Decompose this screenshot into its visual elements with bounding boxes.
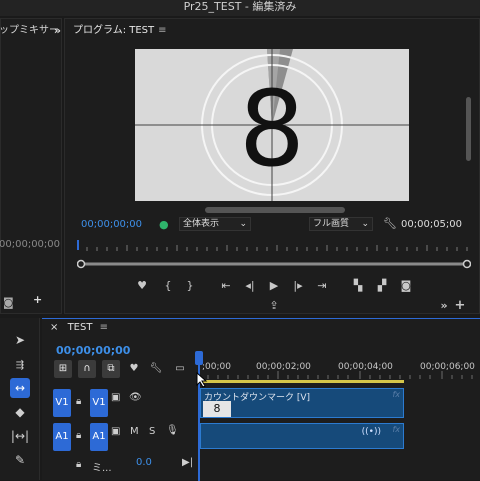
more-panels-icon[interactable]: » [54, 19, 61, 43]
zoom-select[interactable]: 全体表示 ⌄ [179, 217, 251, 231]
program-monitor-panel: プログラム: TEST ≡ 8 00;00;00;00 ● 全体表示 ⌄ フル画質… [64, 18, 480, 314]
program-monitor-header: プログラム: TEST ≡ [73, 19, 167, 43]
countdown-video-clip[interactable]: カウントダウンマーク [V] fx 8 [200, 388, 404, 418]
monitor-time-ruler[interactable] [77, 239, 471, 253]
sync-lock-icon[interactable]: ▣ [111, 392, 120, 403]
out-point-icon[interactable]: } [181, 277, 199, 295]
timeline-ruler-ticks[interactable] [198, 371, 480, 379]
chevron-down-icon: ⌄ [361, 219, 369, 229]
left-panel-timecode: 00;00;00;00 [0, 239, 61, 250]
countdown-leader-svg: 8 [135, 49, 409, 201]
source-patch-a1[interactable]: A1 [53, 423, 71, 451]
left-panel-header: ップミキサー » [0, 19, 63, 43]
program-current-timecode[interactable]: 00;00;00;00 [81, 219, 142, 230]
countdown-digit: 8 [239, 68, 305, 190]
clip-thumbnail: 8 [203, 401, 231, 417]
countdown-audio-clip[interactable]: ((•)) fx [200, 423, 404, 449]
hamburger-icon[interactable]: ≡ [158, 25, 166, 36]
horizontal-scrollbar[interactable] [205, 207, 345, 213]
mouse-cursor-icon [196, 372, 208, 388]
timeline-settings-wrench-icon[interactable]: 🔧︎ [148, 360, 164, 378]
captions-icon[interactable]: ▭ [172, 360, 188, 378]
master-label: ミ... [92, 463, 112, 474]
linked-selection-icon[interactable]: ⧉ [102, 360, 120, 378]
overwrite-icon[interactable]: ▞ [373, 277, 391, 295]
sync-lock-icon[interactable]: ▣ [111, 426, 120, 437]
timeline-timecode[interactable]: 00;00;00;00 [56, 344, 130, 357]
master-track-row: 🔒︎ ミ... 0.0 ▶| [42, 455, 480, 475]
snap-icon[interactable]: ∩ [78, 360, 96, 378]
master-volume-value[interactable]: 0.0 [136, 457, 152, 468]
fit-status-dot-icon: ● [159, 218, 169, 231]
mute-button[interactable]: M [130, 426, 139, 437]
window-title: Pr25_TEST - 編集済み [183, 0, 297, 13]
track-target-a1[interactable]: A1 [90, 423, 108, 451]
selection-tool-icon[interactable]: ➤ [10, 330, 30, 350]
lift-icon[interactable]: ⇪ [265, 297, 283, 315]
vertical-scrollbar[interactable] [466, 97, 471, 161]
close-tab-icon[interactable]: × [50, 322, 58, 333]
go-to-end-icon[interactable]: ▶| [182, 457, 193, 468]
hamburger-icon[interactable]: ≡ [100, 322, 108, 333]
sequence-name: TEST [67, 322, 93, 333]
waveform-icon: ((•)) [361, 427, 381, 437]
track-select-tool-icon[interactable]: ⇶ [10, 356, 30, 376]
lock-icon[interactable]: 🔒︎ [76, 459, 81, 470]
ripple-edit-tool-icon[interactable]: ↔ [10, 378, 30, 398]
fx-badge-icon[interactable]: fx [392, 390, 400, 399]
step-back-icon[interactable]: ◂| [241, 277, 259, 295]
left-panel-title[interactable]: ップミキサー [0, 19, 59, 43]
step-forward-icon[interactable]: |▸ [289, 277, 307, 295]
audio-clip-mixer-panel: ップミキサー » 00;00;00;00 ◙ + [0, 18, 62, 314]
in-point-icon[interactable]: { [159, 277, 177, 295]
playhead-handle[interactable] [195, 351, 203, 365]
program-duration-timecode: 00;00;05;00 [401, 219, 463, 230]
go-to-in-icon[interactable]: ⇤ [217, 277, 235, 295]
program-monitor-title[interactable]: プログラム: TEST [73, 25, 154, 36]
export-frame-icon[interactable]: ◙ [397, 277, 415, 295]
nest-toggle-icon[interactable]: ⊞ [54, 360, 72, 378]
add-icon[interactable]: + [33, 293, 42, 306]
chevron-down-icon: ⌄ [239, 219, 247, 229]
timeline-panel: × TEST ≡ 00;00;00;00 ⊞ ∩ ⧉ ♥ 🔧︎ ▭ ;00;00… [42, 318, 480, 481]
insert-icon[interactable]: ▚ [349, 277, 367, 295]
add-button[interactable]: + [451, 297, 469, 315]
source-patch-v1[interactable]: V1 [53, 389, 71, 417]
solo-button[interactable]: S [149, 426, 155, 437]
wrench-icon[interactable]: 🔧︎ [383, 217, 397, 230]
tools-panel: ➤ ⇶ ↔ ◆ |↔| ✎ [0, 318, 40, 480]
fx-badge-icon[interactable]: fx [392, 425, 400, 434]
marker-icon[interactable]: ♥ [133, 277, 151, 295]
playback-quality-select[interactable]: フル画質 ⌄ [309, 217, 373, 231]
razor-tool-icon[interactable]: ◆ [10, 402, 30, 422]
slip-tool-icon[interactable]: |↔| [10, 426, 30, 446]
play-icon[interactable]: ▶ [265, 277, 283, 295]
camera-icon[interactable]: ◙ [3, 296, 14, 309]
microphone-icon[interactable]: 🎙︎ [166, 425, 179, 436]
quality-select-value: フル画質 [313, 219, 350, 229]
lock-icon[interactable]: 🔒︎ [76, 396, 81, 407]
timeline-tab[interactable]: × TEST ≡ [50, 322, 108, 333]
add-marker-icon[interactable]: ♥ [126, 360, 142, 378]
title-bar: Pr25_TEST - 編集済み [0, 0, 480, 16]
lock-icon[interactable]: 🔒︎ [76, 430, 81, 441]
track-target-v1[interactable]: V1 [90, 389, 108, 417]
zoom-select-value: 全体表示 [183, 219, 220, 229]
transport-controls: ♥ { } ⇤ ◂| ▶ |▸ ⇥ ▚ ▞ ◙ ⇪ » + [65, 277, 480, 313]
monitor-controls: 00;00;00;00 ● 全体表示 ⌄ フル画質 ⌄ 🔧︎ 00;00;05;… [65, 215, 480, 235]
pen-tool-icon[interactable]: ✎ [10, 450, 30, 470]
render-status-bar [200, 380, 404, 383]
program-viewer[interactable]: 8 [135, 49, 409, 201]
go-to-out-icon[interactable]: ⇥ [313, 277, 331, 295]
zoom-scroll-bar[interactable] [77, 259, 471, 269]
eye-icon[interactable]: 👁︎ [129, 392, 142, 403]
